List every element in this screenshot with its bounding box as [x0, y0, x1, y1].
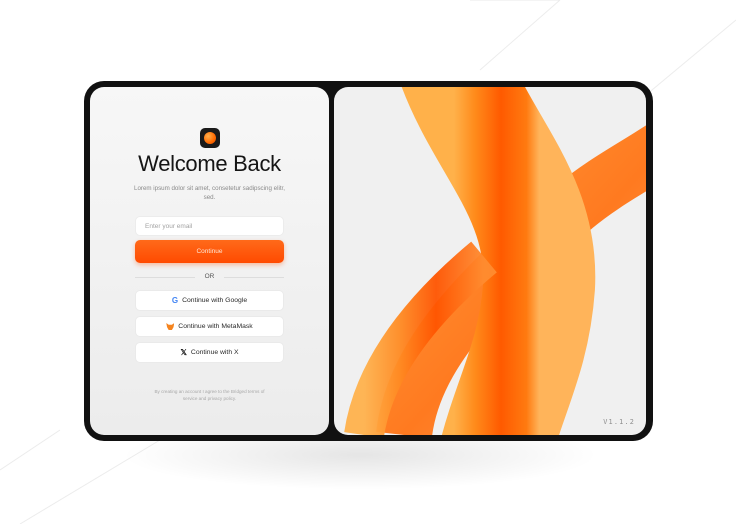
terms-text: By creating an account I agree to the Br… [154, 389, 265, 401]
divider-line-right [224, 277, 284, 278]
hero-panel: V1.1.2 [334, 87, 646, 435]
email-input[interactable] [135, 216, 284, 236]
x-button-label: Continue with X [190, 349, 239, 356]
orange-orb-icon [204, 132, 216, 144]
google-icon: G [171, 295, 179, 305]
continue-button[interactable]: Continue [135, 240, 284, 263]
page-title: Welcome Back [138, 151, 281, 176]
metamask-fox-icon [166, 323, 175, 330]
app-logo [200, 128, 220, 148]
hero-artwork [344, 87, 646, 435]
or-divider: OR [135, 272, 284, 282]
x-button[interactable]: 𝕏 Continue with X [135, 342, 284, 363]
metamask-button-label: Continue with MetaMask [178, 323, 253, 330]
device-frame: Welcome Back Lorem ipsum dolor sit amet,… [84, 81, 653, 441]
metamask-button[interactable]: Continue with MetaMask [135, 316, 284, 337]
login-panel: Welcome Back Lorem ipsum dolor sit amet,… [90, 87, 329, 435]
page-subtitle: Lorem ipsum dolor sit amet, consetetur s… [134, 185, 285, 201]
x-icon: 𝕏 [180, 347, 187, 357]
google-button[interactable]: G Continue with Google [135, 290, 284, 311]
google-button-label: Continue with Google [182, 297, 248, 304]
version-label: V1.1.2 [603, 418, 635, 426]
